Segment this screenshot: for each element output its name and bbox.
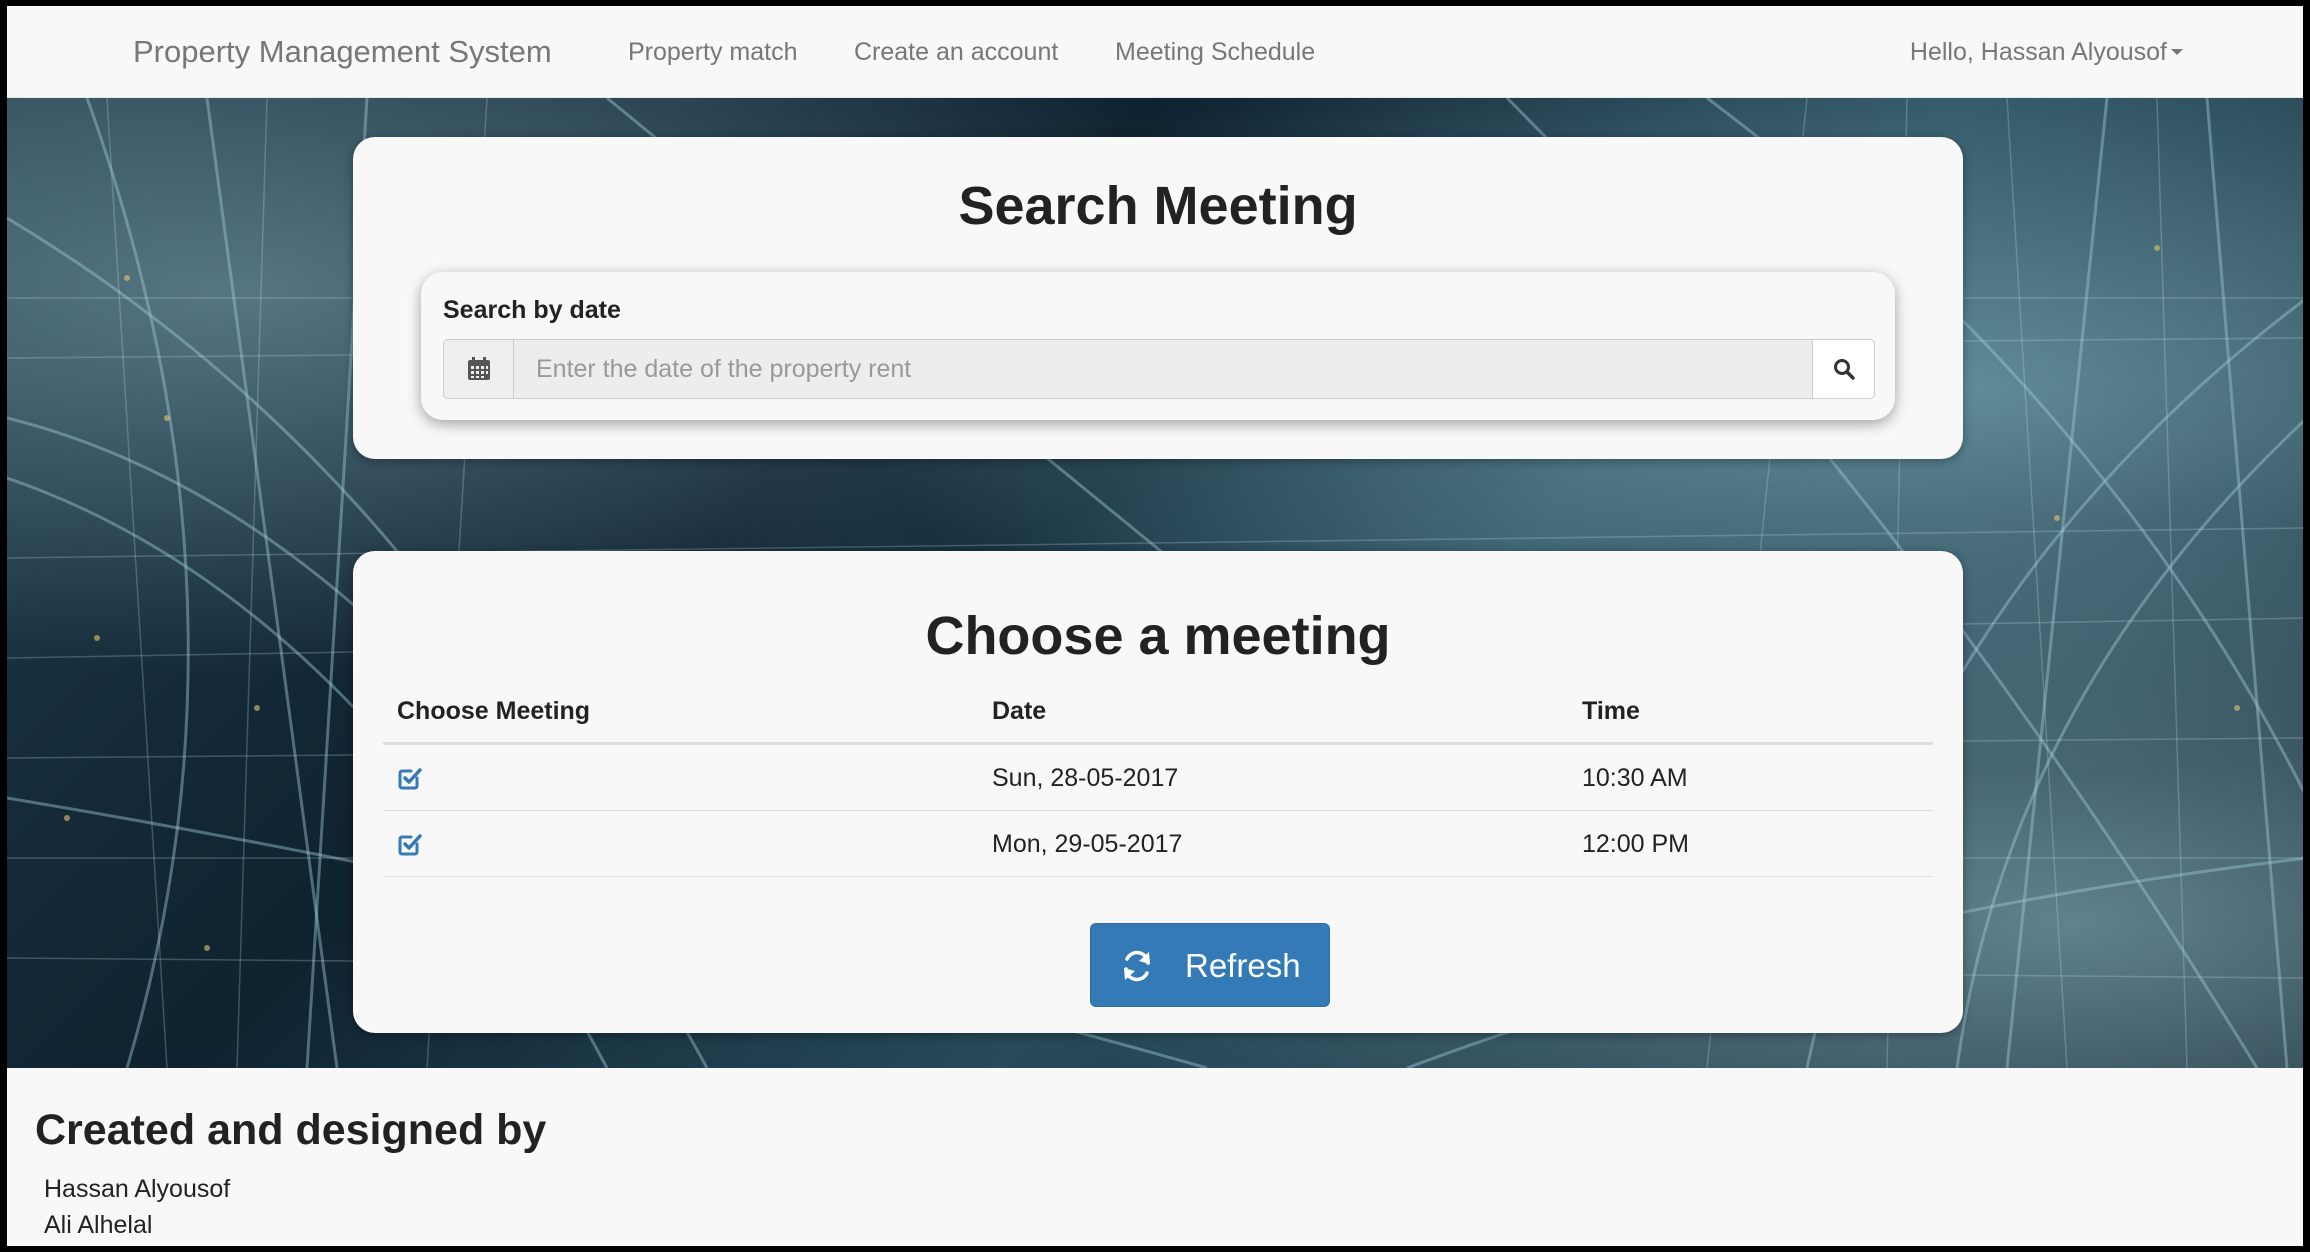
refresh-button-label: Refresh <box>1185 947 1301 984</box>
search-icon <box>1834 359 1855 380</box>
nav-link-create-account[interactable]: Create an account <box>854 6 1058 98</box>
caret-down-icon <box>2171 48 2183 55</box>
choose-meeting-title: Choose a meeting <box>925 606 1391 666</box>
column-header-choose-meeting: Choose Meeting <box>397 697 591 725</box>
column-header-time: Time <box>1582 697 1640 725</box>
nav-link-property-match[interactable]: Property match <box>628 6 798 98</box>
footer: Created and designed by Hassan Alyousof … <box>7 1068 2303 1246</box>
choose-meeting-panel: Choose a meeting Choose Meeting Date Tim… <box>353 551 1963 1033</box>
meeting-date-cell: Mon, 29-05-2017 <box>992 830 1183 858</box>
meeting-date-cell: Sun, 28-05-2017 <box>992 764 1179 792</box>
search-by-date-label: Search by date <box>443 296 621 324</box>
check-square-icon[interactable] <box>397 831 423 857</box>
footer-title: Created and designed by <box>35 1106 547 1154</box>
table-row: Mon, 29-05-2017 12:00 PM <box>383 811 1933 877</box>
meeting-time-cell: 12:00 PM <box>1582 830 1690 858</box>
footer-author-name: Ali Alhelal <box>44 1211 153 1239</box>
footer-author-name: Hassan Alyousof <box>44 1175 231 1203</box>
date-input-group <box>443 339 1875 399</box>
refresh-button[interactable]: Refresh <box>1090 923 1330 1007</box>
brand-link[interactable]: Property Management System <box>133 6 552 98</box>
date-search-input[interactable] <box>514 340 1814 398</box>
check-square-icon[interactable] <box>397 765 423 791</box>
table-row: Sun, 28-05-2017 10:30 AM <box>383 745 1933 811</box>
search-button[interactable] <box>1812 340 1874 398</box>
user-greeting: Hello, Hassan Alyousof <box>1909 38 2167 66</box>
top-navbar: Property Management System Property matc… <box>7 6 2303 98</box>
column-header-date: Date <box>992 697 1047 725</box>
calendar-addon <box>444 340 514 398</box>
refresh-icon <box>1124 950 1150 982</box>
calendar-icon <box>468 357 490 380</box>
meeting-time-cell: 10:30 AM <box>1582 764 1688 792</box>
search-by-date-card: Search by date <box>421 272 1895 420</box>
app-window: Property Management System Property matc… <box>0 0 2310 1252</box>
search-meeting-panel: Search Meeting Search by date <box>353 137 1963 459</box>
user-menu-dropdown[interactable]: Hello, Hassan Alyousof <box>1910 6 2183 98</box>
nav-link-meeting-schedule[interactable]: Meeting Schedule <box>1115 6 1315 98</box>
search-meeting-title: Search Meeting <box>958 176 1358 236</box>
